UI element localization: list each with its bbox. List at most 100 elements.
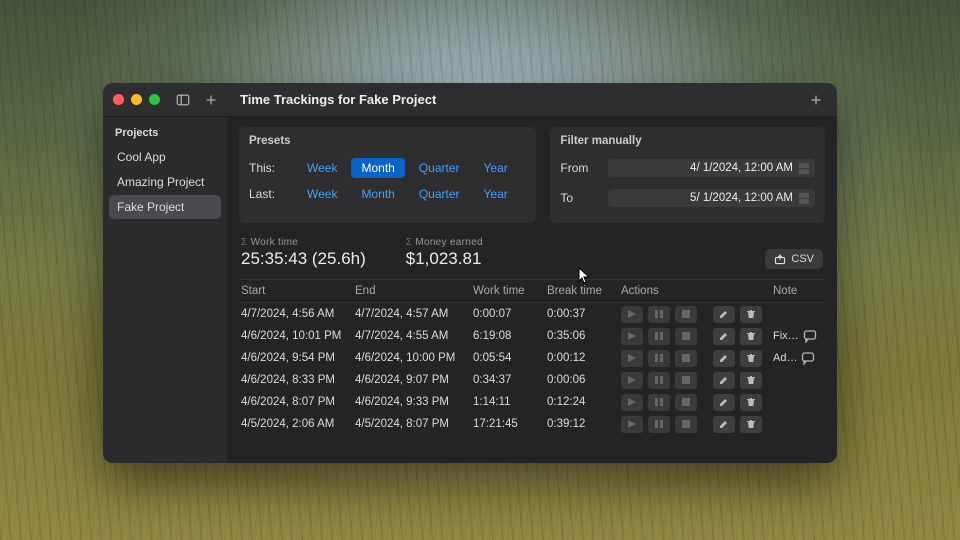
edit-button[interactable]	[713, 394, 735, 411]
stop-button[interactable]	[675, 306, 697, 323]
pause-button[interactable]	[648, 328, 670, 345]
metric-work-time: Σ Work time 25:35:43 (25.6h)	[241, 237, 366, 269]
cell-work: 0:05:54	[473, 352, 547, 364]
table-row[interactable]: 4/6/2024, 8:33 PM4/6/2024, 9:07 PM0:34:3…	[239, 369, 825, 391]
cell-end: 4/5/2024, 8:07 PM	[355, 418, 473, 430]
cell-break: 0:00:12	[547, 352, 621, 364]
table-header: Start End Work time Break time Actions N…	[239, 279, 825, 303]
note-text: Ad…	[773, 352, 797, 364]
preset-this-quarter[interactable]: Quarter	[409, 158, 470, 178]
table-row[interactable]: 4/6/2024, 8:07 PM4/6/2024, 9:33 PM1:14:1…	[239, 391, 825, 413]
stop-button[interactable]	[675, 372, 697, 389]
table-row[interactable]: 4/6/2024, 9:54 PM4/6/2024, 10:00 PM0:05:…	[239, 347, 825, 369]
fullscreen-window-button[interactable]	[149, 94, 160, 105]
main-content: Presets This: Week Month Quarter Year La…	[227, 117, 837, 463]
presets-this-label: This:	[249, 161, 293, 175]
cell-end: 4/6/2024, 9:07 PM	[355, 374, 473, 386]
col-break[interactable]: Break time	[547, 285, 621, 297]
table-row[interactable]: 4/5/2024, 2:06 AM4/5/2024, 8:07 PM17:21:…	[239, 413, 825, 435]
delete-button[interactable]	[740, 416, 762, 433]
pause-button[interactable]	[648, 416, 670, 433]
pause-button[interactable]	[648, 306, 670, 323]
cell-end: 4/6/2024, 9:33 PM	[355, 396, 473, 408]
note-icon[interactable]	[803, 329, 817, 343]
cell-end: 4/6/2024, 10:00 PM	[355, 352, 473, 364]
sidebar-item-amazing-project[interactable]: Amazing Project	[109, 170, 221, 194]
add-tracking-button[interactable]	[805, 89, 827, 111]
minimize-window-button[interactable]	[131, 94, 142, 105]
edit-button[interactable]	[713, 350, 735, 367]
edit-button[interactable]	[713, 372, 735, 389]
col-work[interactable]: Work time	[473, 285, 547, 297]
note-text: Fix…	[773, 330, 799, 342]
note-icon[interactable]	[801, 351, 815, 365]
cell-work: 0:00:07	[473, 308, 547, 320]
stop-button[interactable]	[675, 350, 697, 367]
metric-money-earned: Σ Money earned $1,023.81	[406, 237, 483, 269]
cell-end: 4/7/2024, 4:55 AM	[355, 330, 473, 342]
pause-button[interactable]	[648, 372, 670, 389]
table-row[interactable]: 4/6/2024, 10:01 PM4/7/2024, 4:55 AM6:19:…	[239, 325, 825, 347]
mouse-cursor	[578, 267, 590, 285]
stepper-icon[interactable]	[799, 193, 809, 204]
resume-button[interactable]	[621, 306, 643, 323]
new-item-button[interactable]	[200, 89, 222, 111]
preset-this-year[interactable]: Year	[474, 158, 518, 178]
resume-button[interactable]	[621, 328, 643, 345]
edit-button[interactable]	[713, 306, 735, 323]
preset-last-month[interactable]: Month	[351, 184, 404, 204]
sidebar-item-fake-project[interactable]: Fake Project	[109, 195, 221, 219]
export-csv-button[interactable]: CSV	[765, 249, 823, 269]
delete-button[interactable]	[740, 372, 762, 389]
resume-button[interactable]	[621, 416, 643, 433]
cell-break: 0:39:12	[547, 418, 621, 430]
export-icon	[774, 253, 786, 265]
preset-this-week[interactable]: Week	[297, 158, 347, 178]
preset-last-quarter[interactable]: Quarter	[409, 184, 470, 204]
cell-start: 4/6/2024, 10:01 PM	[239, 330, 355, 342]
delete-button[interactable]	[740, 328, 762, 345]
col-end[interactable]: End	[355, 285, 473, 297]
resume-button[interactable]	[621, 350, 643, 367]
col-actions: Actions	[621, 285, 773, 297]
cell-start: 4/6/2024, 9:54 PM	[239, 352, 355, 364]
cell-start: 4/7/2024, 4:56 AM	[239, 308, 355, 320]
delete-button[interactable]	[740, 394, 762, 411]
window-title: Time Trackings for Fake Project	[240, 92, 436, 107]
col-note[interactable]: Note	[773, 285, 825, 297]
preset-last-year[interactable]: Year	[474, 184, 518, 204]
filter-from-input[interactable]: 4/ 1/2024, 12:00 AM	[608, 159, 815, 177]
cell-break: 0:00:37	[547, 308, 621, 320]
filter-from-label: From	[560, 161, 600, 175]
filter-to-label: To	[560, 191, 600, 205]
close-window-button[interactable]	[113, 94, 124, 105]
edit-button[interactable]	[713, 416, 735, 433]
sidebar-item-cool-app[interactable]: Cool App	[109, 145, 221, 169]
pause-button[interactable]	[648, 394, 670, 411]
stop-button[interactable]	[675, 394, 697, 411]
cell-start: 4/5/2024, 2:06 AM	[239, 418, 355, 430]
presets-panel: Presets This: Week Month Quarter Year La…	[239, 127, 536, 223]
stop-button[interactable]	[675, 416, 697, 433]
desktop-wallpaper: Time Trackings for Fake Project Projects…	[0, 0, 960, 540]
presets-title: Presets	[249, 135, 526, 147]
preset-last-week[interactable]: Week	[297, 184, 347, 204]
filter-manual-title: Filter manually	[560, 135, 815, 147]
delete-button[interactable]	[740, 306, 762, 323]
filter-to-input[interactable]: 5/ 1/2024, 12:00 AM	[608, 189, 815, 207]
resume-button[interactable]	[621, 372, 643, 389]
stepper-icon[interactable]	[799, 163, 809, 174]
stop-button[interactable]	[675, 328, 697, 345]
cell-break: 0:00:06	[547, 374, 621, 386]
app-window: Time Trackings for Fake Project Projects…	[103, 83, 837, 463]
pause-button[interactable]	[648, 350, 670, 367]
delete-button[interactable]	[740, 350, 762, 367]
col-start[interactable]: Start	[239, 285, 355, 297]
edit-button[interactable]	[713, 328, 735, 345]
cell-work: 0:34:37	[473, 374, 547, 386]
resume-button[interactable]	[621, 394, 643, 411]
table-row[interactable]: 4/7/2024, 4:56 AM4/7/2024, 4:57 AM0:00:0…	[239, 303, 825, 325]
preset-this-month[interactable]: Month	[351, 158, 404, 178]
sidebar-header: Projects	[109, 123, 221, 145]
sidebar-toggle-button[interactable]	[172, 89, 194, 111]
